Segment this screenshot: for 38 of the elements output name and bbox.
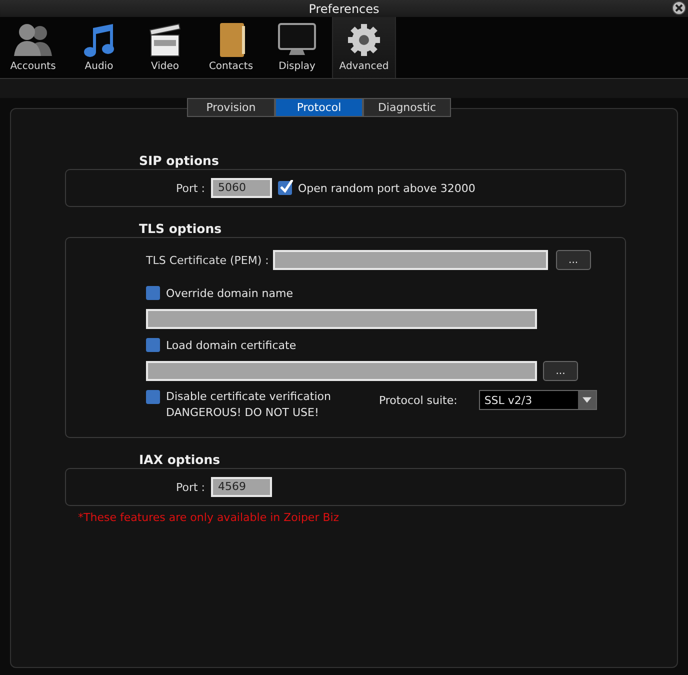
domain-name-field[interactable] xyxy=(146,309,537,329)
toolbar-button[interactable]: Video xyxy=(134,17,196,78)
section-heading: TLS options xyxy=(139,221,223,237)
port-label: Port : xyxy=(176,182,206,194)
tab[interactable]: Diagnostic xyxy=(363,98,451,117)
toolbar-button[interactable]: Display xyxy=(266,17,328,78)
checkbox-label: Open random port above 32000 xyxy=(298,182,476,194)
section-heading: IAX options xyxy=(139,452,222,468)
window-title: Preferences xyxy=(308,2,380,16)
checkbox-label: Disable certificate verification xyxy=(166,390,331,403)
browse-button[interactable]: ... xyxy=(543,361,578,381)
certificate-label: TLS Certificate (PEM) : xyxy=(146,254,269,266)
port-field[interactable]: 5060 xyxy=(211,178,272,198)
protocol-suite-dropdown[interactable]: SSL v2/3 xyxy=(479,390,598,410)
tab[interactable]: Protocol xyxy=(275,98,363,117)
browse-button[interactable]: ... xyxy=(556,250,591,270)
checkbox-label: Load domain certificate xyxy=(166,338,296,352)
section-heading: SIP options xyxy=(139,153,220,169)
notice-text: *These features are only available in Zoiper Biz xyxy=(78,511,340,524)
domain-certificate-field[interactable] xyxy=(146,361,537,381)
toolbar-button[interactable]: Advanced xyxy=(332,17,396,78)
protocol-suite-label: Protocol suite: xyxy=(378,394,458,407)
monitor-icon xyxy=(277,22,317,58)
toolbar-button[interactable]: Accounts xyxy=(2,17,64,78)
checkbox[interactable] xyxy=(146,338,160,352)
toolbar-button[interactable]: Audio xyxy=(68,17,130,78)
checkbox[interactable] xyxy=(278,181,292,195)
port-field[interactable]: 4569 xyxy=(211,477,272,497)
tab[interactable]: Provision xyxy=(187,98,275,117)
close-icon[interactable] xyxy=(672,1,686,15)
certificate-field[interactable] xyxy=(272,250,548,270)
checkbox-label: Override domain name xyxy=(166,286,293,300)
checkbox[interactable] xyxy=(146,286,160,300)
port-label: Port : xyxy=(176,480,206,494)
people-icon xyxy=(13,22,53,58)
checkbox[interactable] xyxy=(146,390,160,404)
warning-text: DANGEROUS! DO NOT USE! xyxy=(166,406,320,419)
toolbar-button[interactable]: Contacts xyxy=(200,17,262,78)
